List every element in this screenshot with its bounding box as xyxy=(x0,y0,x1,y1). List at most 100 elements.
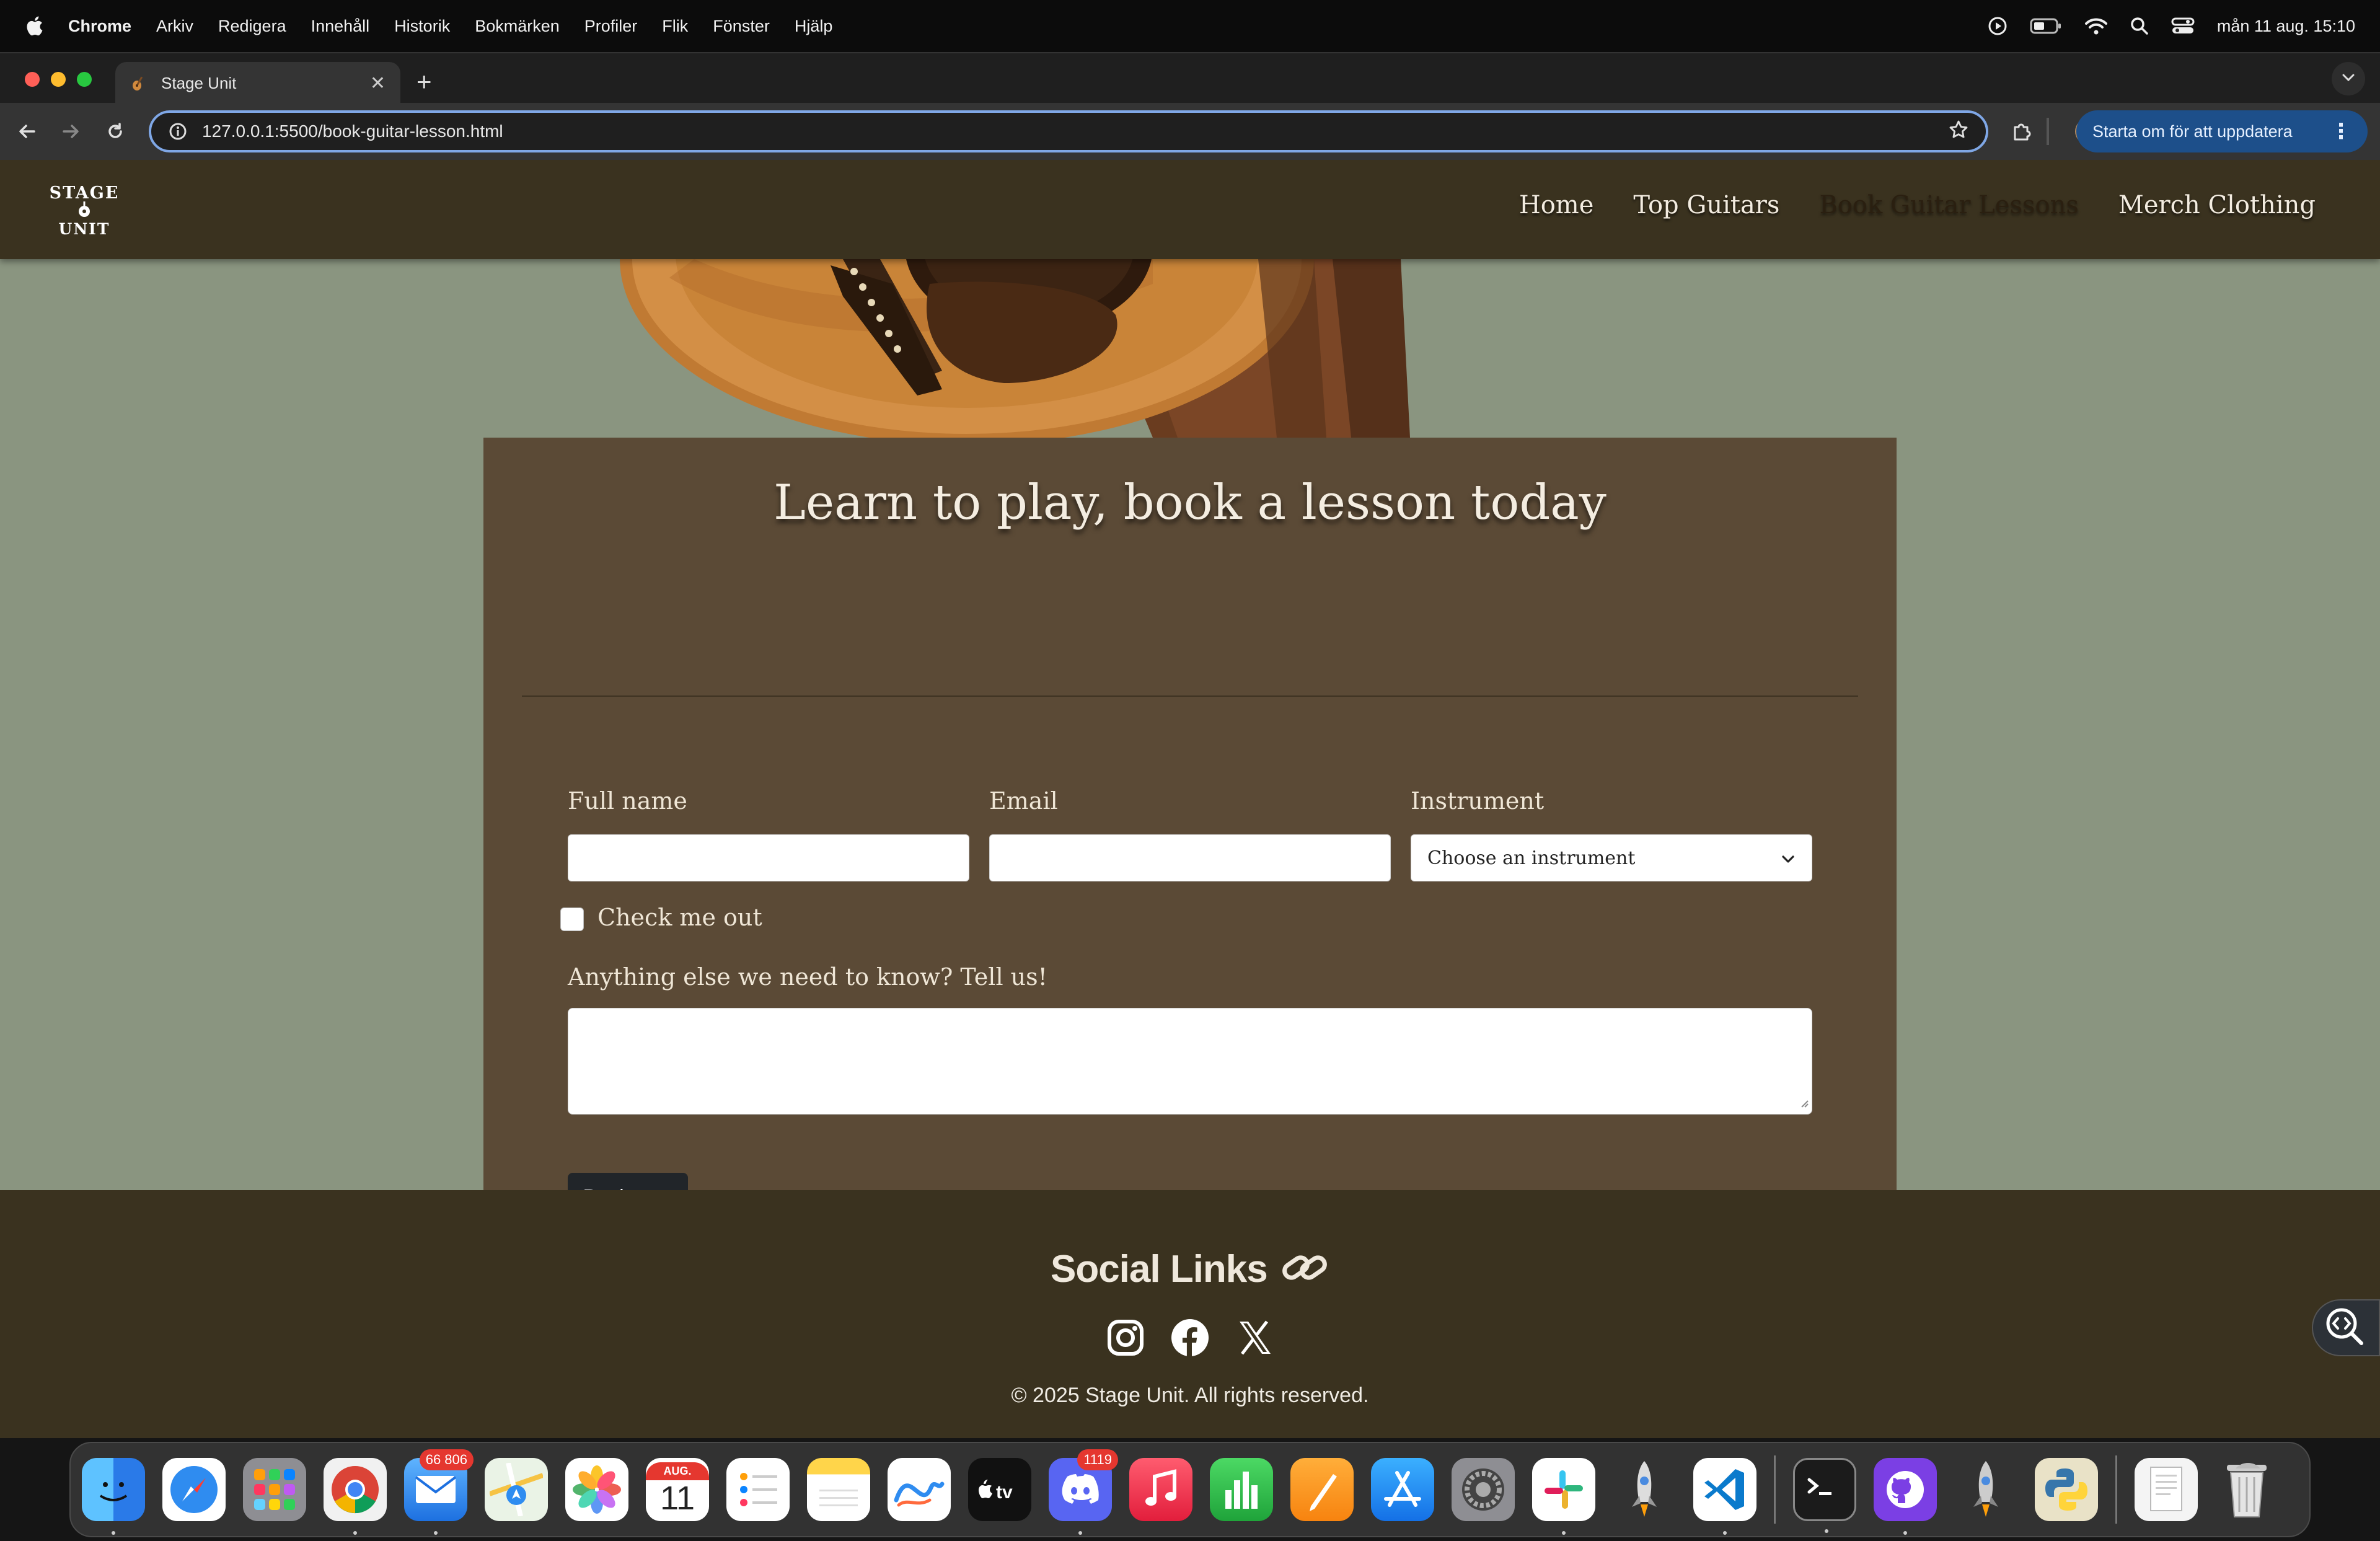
dock-area: 66 806 AUG. 11 tv 1119 xyxy=(0,1438,2380,1541)
nav-top-guitars[interactable]: Top Guitars xyxy=(1633,191,1779,219)
browser-toolbar: 127.0.0.1:5500/book-guitar-lesson.html S… xyxy=(0,103,2380,160)
x-icon[interactable] xyxy=(1235,1318,1274,1358)
instrument-label: Instrument xyxy=(1411,787,1545,815)
browser-tabstrip: Stage Unit ✕ + xyxy=(0,52,2380,104)
documents-stack-icon[interactable] xyxy=(2135,1458,2198,1521)
macos-menubar: Chrome Arkiv Redigera Innehåll Historik … xyxy=(0,0,2380,52)
google-lens-button[interactable] xyxy=(2312,1299,2380,1356)
slack-icon[interactable] xyxy=(1532,1458,1595,1535)
music-icon[interactable] xyxy=(1129,1458,1192,1521)
extensions-puzzle-icon[interactable] xyxy=(2011,120,2033,143)
system-settings-icon[interactable] xyxy=(1452,1458,1515,1521)
play-status-icon[interactable] xyxy=(1988,16,2008,36)
calendar-icon[interactable]: AUG. 11 xyxy=(646,1458,709,1521)
site-info-icon[interactable] xyxy=(169,122,187,141)
restart-to-update-button[interactable]: Starta om för att uppdatera ⋮ xyxy=(2076,110,2368,152)
trash-icon[interactable] xyxy=(2215,1458,2278,1521)
mail-icon[interactable]: 66 806 xyxy=(404,1449,474,1535)
toolbar-divider xyxy=(2047,118,2049,145)
vscode-icon[interactable] xyxy=(1693,1458,1756,1535)
nav-home[interactable]: Home xyxy=(1519,191,1594,219)
pages-icon[interactable] xyxy=(1290,1458,1354,1521)
copyright-text: © 2025 Stage Unit. All rights reserved. xyxy=(1011,1384,1369,1407)
close-tab-icon[interactable]: ✕ xyxy=(370,73,386,94)
textarea-label: Anything else we need to know? Tell us! xyxy=(568,963,1047,991)
finder-icon[interactable] xyxy=(82,1458,145,1535)
more-vert-icon[interactable]: ⋮ xyxy=(2330,119,2351,144)
menu-profiler[interactable]: Profiler xyxy=(584,17,638,36)
menu-innehall[interactable]: Innehåll xyxy=(311,17,370,36)
back-arrow-icon[interactable] xyxy=(16,120,38,143)
menu-hjalp[interactable]: Hjälp xyxy=(795,17,833,36)
python-launcher-icon[interactable] xyxy=(2035,1458,2098,1521)
dock-separator-2 xyxy=(2115,1455,2117,1524)
logo-line-2: UNIT xyxy=(58,220,110,238)
battery-icon[interactable] xyxy=(2030,17,2062,35)
social-icons xyxy=(0,1318,2380,1358)
chrome-icon[interactable] xyxy=(324,1458,387,1535)
photos-icon[interactable] xyxy=(565,1458,628,1521)
bookmark-star-icon[interactable] xyxy=(1949,120,1968,144)
menubar-clock[interactable]: mån 11 aug. 15:10 xyxy=(2217,17,2355,36)
finder-running-dot xyxy=(112,1531,115,1535)
freeform-icon[interactable] xyxy=(888,1458,951,1521)
resize-grip-icon[interactable] xyxy=(1798,1097,1809,1111)
discord-icon[interactable]: 1119 xyxy=(1049,1449,1118,1535)
menu-arkiv[interactable]: Arkiv xyxy=(156,17,193,36)
logo-guitar-icon xyxy=(47,201,121,221)
apple-tv-icon[interactable]: tv xyxy=(968,1458,1031,1521)
reminders-icon[interactable] xyxy=(726,1458,790,1521)
instagram-icon[interactable] xyxy=(1106,1318,1145,1358)
link-icon xyxy=(1282,1255,1327,1280)
nav-book-guitar-lessons[interactable]: Book Guitar Lessons xyxy=(1819,191,2078,219)
forward-arrow-icon[interactable] xyxy=(60,120,82,143)
menu-historik[interactable]: Historik xyxy=(394,17,450,36)
launchpad-icon[interactable] xyxy=(243,1458,306,1521)
menu-fonster[interactable]: Fönster xyxy=(713,17,770,36)
terminal-icon[interactable] xyxy=(1793,1458,1856,1533)
mail-badge: 66 806 xyxy=(419,1449,474,1470)
tab-stage-unit[interactable]: Stage Unit ✕ xyxy=(115,62,400,104)
apple-icon[interactable] xyxy=(25,15,43,37)
reload-icon[interactable] xyxy=(104,120,126,143)
logo-line-1: STAGE xyxy=(49,183,120,203)
dock-separator xyxy=(1774,1455,1776,1524)
rocket-app-2-icon[interactable] xyxy=(1954,1458,2017,1521)
menu-redigera[interactable]: Redigera xyxy=(218,17,286,36)
zoom-window-button[interactable] xyxy=(77,72,92,87)
rocket-app-icon[interactable] xyxy=(1613,1458,1676,1521)
slack-running-dot xyxy=(1562,1531,1566,1535)
facebook-icon[interactable] xyxy=(1170,1318,1210,1358)
numbers-icon[interactable] xyxy=(1210,1458,1273,1521)
email-label: Email xyxy=(989,787,1058,815)
email-input[interactable] xyxy=(989,834,1391,881)
menu-chrome[interactable]: Chrome xyxy=(68,17,131,36)
control-center-icon[interactable] xyxy=(2171,17,2195,35)
new-tab-icon[interactable]: + xyxy=(416,67,432,97)
address-bar[interactable]: 127.0.0.1:5500/book-guitar-lesson.html xyxy=(149,110,1988,152)
spotlight-search-icon[interactable] xyxy=(2130,17,2149,35)
nav-merch-clothing[interactable]: Merch Clothing xyxy=(2118,191,2316,219)
instrument-select[interactable]: Choose an instrument xyxy=(1411,834,1812,881)
safari-icon[interactable] xyxy=(162,1458,226,1521)
tab-search-button[interactable] xyxy=(2332,62,2365,95)
mail-running-dot xyxy=(434,1531,438,1535)
checkbox-label: Check me out xyxy=(597,904,762,931)
full-name-input[interactable] xyxy=(568,834,969,881)
discord-running-dot xyxy=(1078,1531,1082,1535)
check-me-out-checkbox[interactable] xyxy=(560,907,584,931)
menu-bokmarken[interactable]: Bokmärken xyxy=(475,17,560,36)
message-textarea[interactable] xyxy=(568,1008,1812,1115)
stage-unit-logo[interactable]: STAGE UNIT xyxy=(47,185,121,238)
menu-flik[interactable]: Flik xyxy=(662,17,688,36)
app-store-icon[interactable] xyxy=(1371,1458,1434,1521)
notes-icon[interactable] xyxy=(807,1458,870,1521)
calendar-day: 11 xyxy=(659,1479,695,1517)
page-viewport: STAGE UNIT Home Top Guitars Book Guitar … xyxy=(0,160,2380,1438)
chevron-down-icon xyxy=(2342,73,2355,85)
wifi-icon[interactable] xyxy=(2084,17,2108,35)
close-window-button[interactable] xyxy=(25,72,40,87)
github-desktop-icon[interactable] xyxy=(1874,1458,1937,1535)
maps-icon[interactable] xyxy=(485,1458,548,1521)
minimize-window-button[interactable] xyxy=(51,72,66,87)
